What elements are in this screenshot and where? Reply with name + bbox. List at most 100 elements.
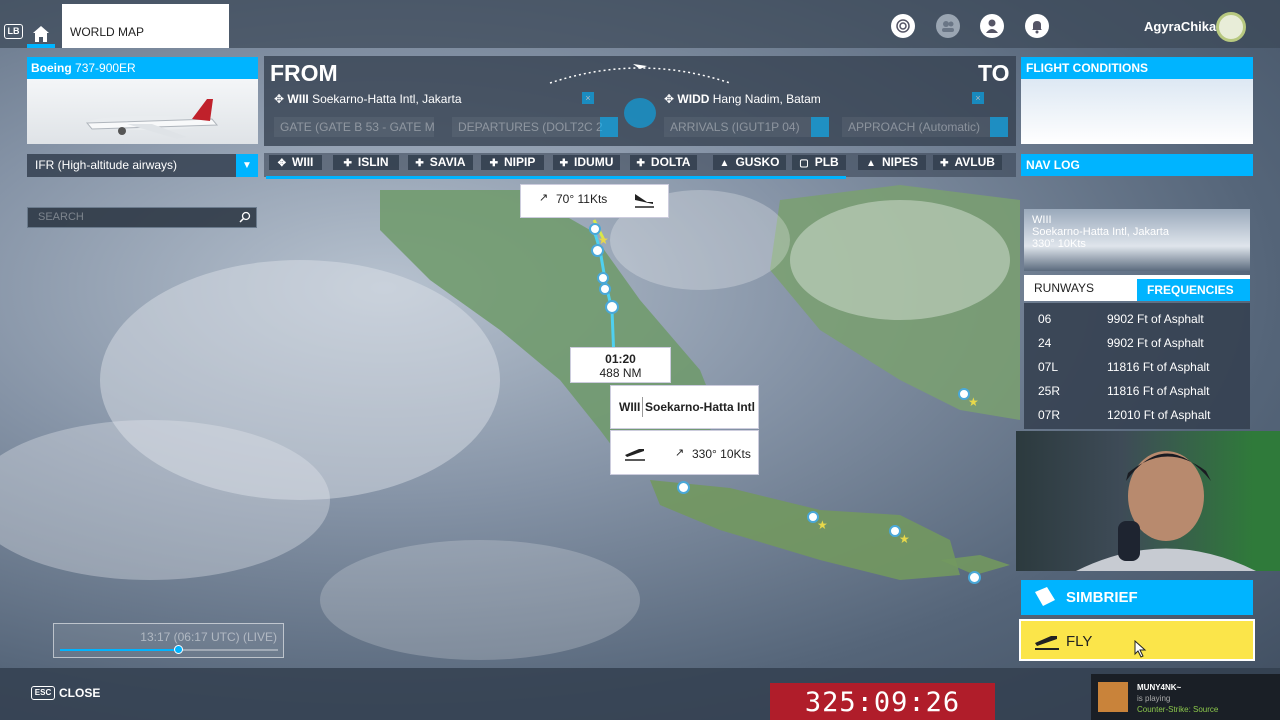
origin-name: Soekarno-Hatta Intl, Jakarta bbox=[312, 92, 462, 106]
gate-value: GATE (GATE B 53 - GATE ME bbox=[280, 120, 434, 134]
waypoint-gusko[interactable]: ▲ GUSKO bbox=[713, 155, 786, 170]
departure-select[interactable]: DEPARTURES (DOLT2C 2 bbox=[452, 117, 618, 137]
runway-id: 25R bbox=[1038, 384, 1061, 398]
swap-route-button[interactable] bbox=[624, 98, 656, 128]
waypoint-wiii[interactable]: ✥ WIII bbox=[269, 155, 322, 170]
username[interactable]: AgyraChika bbox=[1144, 19, 1216, 34]
airport-panel-header[interactable]: WIII Soekarno-Hatta Intl, Jakarta 330° 1… bbox=[1024, 209, 1250, 271]
leg-info-popup[interactable]: 01:20 488 NM bbox=[570, 347, 671, 383]
popup-icao: WIII bbox=[619, 400, 641, 414]
airport-marker[interactable] bbox=[968, 571, 981, 584]
runway-row[interactable]: 25R 11816 Ft of Asphalt bbox=[1024, 379, 1250, 403]
mouse-cursor-icon bbox=[1134, 640, 1147, 658]
waypoint-marker[interactable] bbox=[591, 244, 604, 257]
star-icon: ★ bbox=[968, 395, 979, 409]
arrival-wind-popup[interactable]: ↗ 70° 11Kts bbox=[520, 184, 669, 218]
waypoint-nipes[interactable]: ▲ NIPES bbox=[858, 155, 926, 170]
waypoint-scroll-indicator[interactable] bbox=[266, 176, 846, 179]
landing-icon bbox=[635, 194, 654, 208]
waypoint-marker[interactable] bbox=[605, 300, 619, 314]
flight-conditions-header[interactable]: FLIGHT CONDITIONS bbox=[1021, 57, 1253, 79]
time-knob[interactable] bbox=[173, 645, 183, 654]
tab-runways[interactable]: RUNWAYS bbox=[1024, 275, 1136, 301]
approach-select[interactable]: APPROACH (Automatic) bbox=[842, 117, 1008, 137]
waypoint-cross-icon: ✚ bbox=[940, 158, 949, 169]
waypoint-diamond-icon: ✥ bbox=[274, 92, 285, 106]
origin-airport[interactable]: ✥ WIII Soekarno-Hatta Intl, Jakarta bbox=[274, 92, 462, 106]
webcam-overlay bbox=[1016, 431, 1280, 571]
star-icon: ★ bbox=[817, 518, 828, 532]
esc-key-hint: ESC bbox=[31, 686, 55, 700]
waypoint-label: PLB bbox=[814, 155, 839, 169]
waypoint-dolta[interactable]: ✚ DOLTA bbox=[630, 155, 697, 170]
bottom-bar bbox=[0, 668, 1280, 720]
waypoint-plb[interactable]: ▢ PLB bbox=[792, 155, 846, 170]
waypoint-nipip[interactable]: ✚ NIPIP bbox=[481, 155, 544, 170]
time-slider[interactable]: 13:17 (06:17 UTC) (LIVE) bbox=[53, 623, 284, 658]
waypoint-label: WIII bbox=[292, 155, 314, 169]
activity-icon[interactable] bbox=[891, 14, 915, 38]
time-fill bbox=[60, 649, 178, 651]
waypoint-cross-icon: ✚ bbox=[489, 158, 499, 169]
lb-button-hint: LB bbox=[4, 24, 23, 39]
fly-button[interactable]: FLY bbox=[1019, 619, 1255, 661]
tab-world-map[interactable]: WORLD MAP bbox=[62, 4, 229, 48]
notifications-bell-icon[interactable] bbox=[1025, 14, 1049, 38]
waypoint-savia[interactable]: ✚ SAVIA bbox=[408, 155, 473, 170]
divider bbox=[642, 397, 643, 417]
waypoint-cross-icon: ✚ bbox=[559, 158, 569, 169]
friends-icon[interactable] bbox=[936, 14, 960, 38]
runway-length: 12010 Ft of Asphalt bbox=[1107, 408, 1211, 422]
waypoint-label: IDUMU bbox=[574, 155, 614, 169]
stream-timer: 325:09:26 bbox=[770, 683, 995, 720]
aircraft-header[interactable]: Boeing 737-900ER bbox=[27, 57, 258, 79]
runway-length: 11816 Ft of Asphalt bbox=[1107, 360, 1210, 374]
waypoint-marker[interactable] bbox=[599, 283, 611, 295]
runway-length: 11816 Ft of Asphalt bbox=[1107, 384, 1210, 398]
waypoint-idumu[interactable]: ✚ IDUMU bbox=[553, 155, 620, 170]
aircraft-image[interactable] bbox=[27, 79, 258, 144]
home-icon[interactable] bbox=[30, 24, 52, 44]
takeoff-icon bbox=[1035, 636, 1059, 650]
runway-row[interactable]: 07R 12010 Ft of Asphalt bbox=[1024, 403, 1250, 427]
runway-row[interactable]: 24 9902 Ft of Asphalt bbox=[1024, 331, 1250, 355]
clear-origin-button[interactable]: × bbox=[582, 92, 594, 104]
steam-notification[interactable]: MUNY4NK~ is playing Counter-Strike: Sour… bbox=[1091, 674, 1280, 720]
close-button[interactable]: CLOSE bbox=[59, 686, 100, 700]
takeoff-icon bbox=[625, 449, 645, 461]
departure-wind-popup[interactable]: ↗ 330° 10Kts bbox=[610, 430, 759, 475]
avatar bbox=[1098, 682, 1128, 712]
waypoint-avlub[interactable]: ✚ AVLUB bbox=[933, 155, 1002, 170]
time-label: 13:17 (06:17 UTC) (LIVE) bbox=[140, 630, 277, 644]
to-label: TO bbox=[978, 60, 1010, 86]
notification-user: MUNY4NK~ bbox=[1137, 683, 1182, 692]
airport-panel-tabs: RUNWAYS FREQUENCIES bbox=[1024, 275, 1250, 301]
avatar[interactable] bbox=[1216, 12, 1246, 42]
approach-value: APPROACH (Automatic) bbox=[848, 120, 981, 134]
runway-row[interactable]: 06 9902 Ft of Asphalt bbox=[1024, 307, 1250, 331]
waypoint-square-icon: ▢ bbox=[799, 158, 809, 169]
flight-conditions-image[interactable] bbox=[1021, 79, 1253, 144]
runway-row[interactable]: 07L 11816 Ft of Asphalt bbox=[1024, 355, 1250, 379]
simbrief-button[interactable]: SIMBRIEF bbox=[1021, 580, 1253, 615]
arrival-select[interactable]: ARRIVALS (IGUT1P 04) bbox=[664, 117, 829, 137]
chevron-down-icon bbox=[600, 117, 618, 137]
clear-destination-button[interactable]: × bbox=[972, 92, 984, 104]
chevron-down-icon bbox=[811, 117, 829, 137]
tab-frequencies[interactable]: FREQUENCIES bbox=[1137, 279, 1250, 301]
airport-popup[interactable]: WIII Soekarno-Hatta Intl bbox=[610, 385, 759, 429]
departure-wind: 330° 10Kts bbox=[692, 447, 751, 461]
airport-marker[interactable] bbox=[677, 481, 690, 494]
waypoint-label: DOLTA bbox=[650, 155, 691, 169]
nav-log-button[interactable]: NAV LOG bbox=[1021, 154, 1253, 176]
waypoint-islin[interactable]: ✚ ISLIN bbox=[333, 155, 399, 170]
runway-id: 07R bbox=[1038, 408, 1061, 422]
profile-icon[interactable] bbox=[980, 14, 1004, 38]
arrival-value: ARRIVALS (IGUT1P 04) bbox=[670, 120, 800, 134]
flight-type-select[interactable]: IFR (High-altitude airways) ▼ bbox=[27, 154, 258, 177]
destination-airport[interactable]: ✥ WIDD Hang Nadim, Batam bbox=[664, 92, 821, 106]
runway-id: 06 bbox=[1038, 312, 1052, 326]
destination-icao: WIDD bbox=[677, 92, 710, 106]
search-input[interactable]: SEARCH bbox=[27, 207, 257, 228]
gate-select[interactable]: GATE (GATE B 53 - GATE ME bbox=[274, 117, 434, 137]
